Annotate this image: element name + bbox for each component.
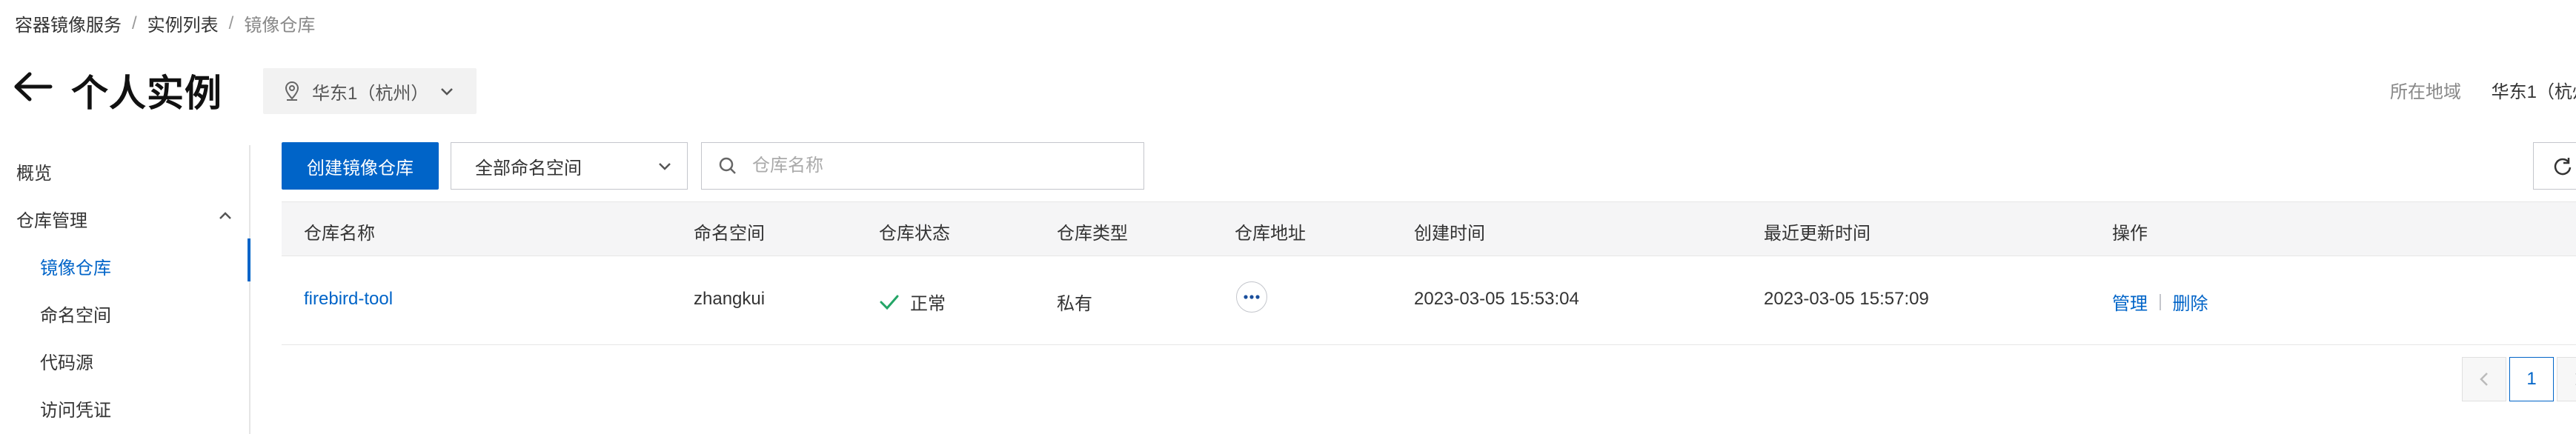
chevron-up-icon[interactable] [218, 210, 233, 221]
check-icon [880, 295, 899, 310]
sidebar-item-repo-management[interactable]: 仓库管理 [16, 206, 87, 232]
repo-created-time: 2023-03-05 15:53:04 [1414, 289, 1579, 309]
sidebar-item-access-credential[interactable]: 访问凭证 [40, 395, 111, 421]
region-select-value: 华东1（杭州） [312, 83, 429, 104]
search-box [701, 142, 1144, 190]
chevron-down-icon [441, 88, 453, 96]
breadcrumb-item-current: 镜像仓库 [244, 16, 316, 36]
pagination-next-button[interactable] [2557, 357, 2576, 401]
breadcrumb-item-service[interactable]: 容器镜像服务 [15, 10, 122, 36]
breadcrumb-separator: / [228, 13, 234, 33]
pagination-prev-button[interactable] [2462, 357, 2506, 401]
create-repo-button[interactable]: 创建镜像仓库 [282, 142, 439, 190]
repo-type: 私有 [1057, 294, 1092, 314]
repo-status-text: 正常 [910, 294, 946, 314]
refresh-icon [2554, 158, 2572, 176]
breadcrumb: 容器镜像服务 / 实例列表 / 镜像仓库 [15, 10, 315, 36]
location-pin-icon [285, 81, 299, 101]
pagination-page-button[interactable]: 1 [2509, 357, 2554, 401]
back-arrow-icon[interactable] [10, 68, 55, 105]
sidebar-item-image-repo[interactable]: 镜像仓库 [40, 253, 111, 279]
namespace-select-value: 全部命名空间 [475, 158, 582, 178]
column-header-type: 仓库类型 [1057, 224, 1128, 244]
action-divider [2160, 293, 2161, 310]
sidebar-item-overview[interactable]: 概览 [16, 158, 52, 184]
column-header-created: 创建时间 [1414, 224, 1485, 244]
repo-namespace: zhangkui [694, 289, 766, 309]
column-header-updated: 最近更新时间 [1764, 224, 1870, 244]
repo-updated-time: 2023-03-05 15:57:09 [1764, 289, 1929, 309]
column-header-address: 仓库地址 [1235, 224, 1306, 244]
column-header-actions: 操作 [2112, 224, 2148, 244]
search-icon [719, 157, 736, 174]
breadcrumb-separator: / [132, 13, 137, 33]
delete-link[interactable]: 删除 [2173, 289, 2208, 315]
refresh-button[interactable] [2533, 142, 2576, 190]
sidebar-active-indicator [248, 238, 250, 281]
region-select[interactable]: 华东1（杭州） [263, 68, 477, 114]
chevron-down-icon [659, 163, 671, 170]
chevron-left-icon [2480, 373, 2488, 386]
region-info: 所在地域 华东1（杭州） [2390, 77, 2576, 103]
sidebar-item-namespace[interactable]: 命名空间 [40, 301, 111, 327]
namespace-select[interactable]: 全部命名空间 [451, 142, 688, 190]
more-icon [1244, 295, 1260, 299]
repo-address-more-button[interactable] [1236, 281, 1267, 313]
row-actions: 管理 删除 [2112, 289, 2208, 315]
region-value: 华东1（杭州） [2491, 82, 2576, 102]
table-header: 仓库名称 命名空间 仓库状态 仓库类型 仓库地址 创建时间 最近更新时间 操作 [282, 201, 2576, 256]
column-header-namespace: 命名空间 [694, 224, 765, 244]
region-label: 所在地域 [2390, 82, 2461, 102]
manage-link[interactable]: 管理 [2112, 289, 2148, 315]
column-header-name: 仓库名称 [304, 224, 375, 244]
search-input[interactable] [751, 155, 1124, 177]
sidebar-item-code-source[interactable]: 代码源 [40, 348, 93, 374]
table-row: firebird-tool zhangkui 正常 私有 2023-03-05 … [282, 256, 2576, 345]
breadcrumb-item-instances[interactable]: 实例列表 [147, 10, 219, 36]
sidebar-divider [249, 145, 250, 434]
page-title: 个人实例 [71, 73, 222, 114]
column-header-status: 仓库状态 [879, 224, 950, 244]
repo-name-link[interactable]: firebird-tool [304, 289, 393, 310]
repo-status: 正常 [879, 289, 946, 315]
